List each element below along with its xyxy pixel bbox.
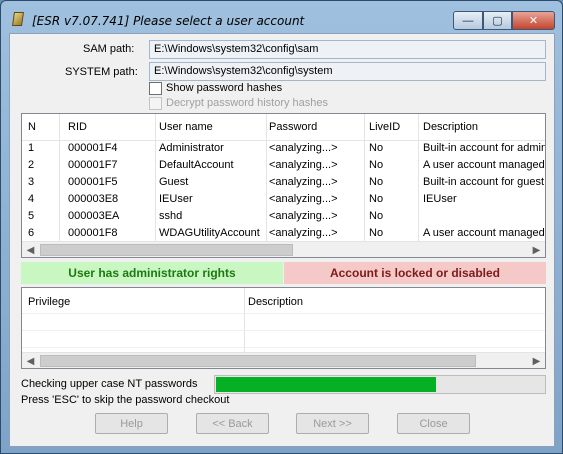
sam-path-field[interactable]: E:\Windows\system32\config\sam (149, 40, 546, 59)
cell-liveid: No (369, 176, 384, 188)
help-button[interactable]: Help (95, 413, 168, 434)
cell-username: DefaultAccount (159, 159, 234, 171)
cell-n: 5 (28, 210, 35, 222)
cell-rid: 000003EA (68, 210, 120, 222)
cell-password: <analyzing...> (269, 159, 338, 171)
title-bar[interactable]: [ESR v7.07.741] Please select a user acc… (1, 1, 562, 33)
cell-liveid: No (369, 227, 384, 239)
cell-rid: 000003E8 (68, 193, 119, 205)
system-path-field[interactable]: E:\Windows\system32\config\system (149, 62, 546, 81)
cell-rid: 000001F7 (68, 159, 118, 171)
users-horizontal-scrollbar[interactable]: ◀ ▶ (22, 241, 545, 257)
cell-rid: 000001F4 (68, 142, 118, 154)
column-header-privilege-description[interactable]: Description (248, 296, 303, 308)
progress-bar-fill (216, 377, 436, 392)
scroll-right-icon[interactable]: ▶ (528, 242, 545, 257)
cell-password: <analyzing...> (269, 176, 338, 188)
cell-n: 3 (28, 176, 35, 188)
account-locked-indicator: Account is locked or disabled (284, 262, 546, 284)
cell-description: IEUser (423, 193, 457, 205)
column-header-privilege[interactable]: Privilege (28, 296, 70, 308)
cell-username: Administrator (159, 142, 224, 154)
scroll-thumb[interactable] (40, 355, 476, 367)
close-button[interactable]: Close (397, 413, 470, 434)
cell-n: 2 (28, 159, 35, 171)
next-button[interactable]: Next >> (296, 413, 369, 434)
cell-description: Built-in account for administering (423, 142, 545, 154)
cell-n: 6 (28, 227, 35, 239)
cell-username: IEUser (159, 193, 193, 205)
privileges-horizontal-scrollbar[interactable]: ◀ ▶ (22, 352, 545, 368)
column-header-username[interactable]: User name (159, 121, 263, 133)
app-icon (12, 12, 24, 26)
cell-n: 4 (28, 193, 35, 205)
cell-rid: 000001F8 (68, 227, 118, 239)
decrypt-history-label: Decrypt password history hashes (166, 97, 329, 109)
scroll-right-icon[interactable]: ▶ (528, 353, 545, 368)
cell-description: A user account managed by (423, 227, 546, 239)
cell-username: Guest (159, 176, 189, 188)
cell-username: WDAGUtilityAccount (159, 227, 260, 239)
cell-password: <analyzing...> (269, 142, 338, 154)
show-hashes-label: Show password hashes (166, 82, 283, 94)
cell-username: sshd (159, 210, 183, 222)
scroll-left-icon[interactable]: ◀ (22, 353, 39, 368)
cell-password: <analyzing...> (269, 227, 338, 239)
cell-rid: 000001F5 (68, 176, 118, 188)
close-window-button[interactable]: ✕ (512, 11, 555, 30)
scroll-left-icon[interactable]: ◀ (22, 242, 39, 257)
progress-bar (214, 375, 546, 394)
decrypt-history-checkbox[interactable] (149, 97, 162, 110)
window-title: [ESR v7.07.741] Please select a user acc… (32, 14, 305, 28)
dialog-client-area: SAM path: E:\Windows\system32\config\sam… (9, 33, 555, 447)
cell-description: A user account managed by (423, 159, 546, 171)
system-path-label: SYSTEM path: (65, 66, 138, 78)
column-header-description[interactable]: Description (423, 121, 545, 133)
column-header-password[interactable]: Password (269, 121, 362, 133)
cell-liveid: No (369, 142, 384, 154)
progress-task-label: Checking upper case NT passwords (21, 378, 198, 390)
maximize-button[interactable]: ▢ (483, 11, 512, 30)
privileges-table[interactable]: Privilege Description ◀ ▶ (21, 287, 546, 369)
cell-password: <analyzing...> (269, 193, 338, 205)
cell-liveid: No (369, 193, 384, 205)
cell-password: <analyzing...> (269, 210, 338, 222)
cell-liveid: No (369, 159, 384, 171)
column-header-liveid[interactable]: LiveID (369, 121, 415, 133)
show-hashes-checkbox[interactable] (149, 82, 162, 95)
column-header-n[interactable]: N (28, 121, 56, 133)
progress-hint-label: Press 'ESC' to skip the password checkou… (21, 394, 230, 406)
users-table[interactable]: N RID User name Password LiveID Descript… (21, 113, 546, 258)
cell-description: Built-in account for guest access (423, 176, 545, 188)
admin-rights-indicator: User has administrator rights (21, 262, 283, 284)
back-button[interactable]: << Back (196, 413, 269, 434)
sam-path-label: SAM path: (83, 43, 135, 55)
cell-n: 1 (28, 142, 35, 154)
scroll-thumb[interactable] (40, 244, 293, 256)
column-header-rid[interactable]: RID (68, 121, 152, 133)
app-window: [ESR v7.07.741] Please select a user acc… (0, 0, 563, 454)
minimize-button[interactable]: — (453, 11, 483, 30)
cell-liveid: No (369, 210, 384, 222)
